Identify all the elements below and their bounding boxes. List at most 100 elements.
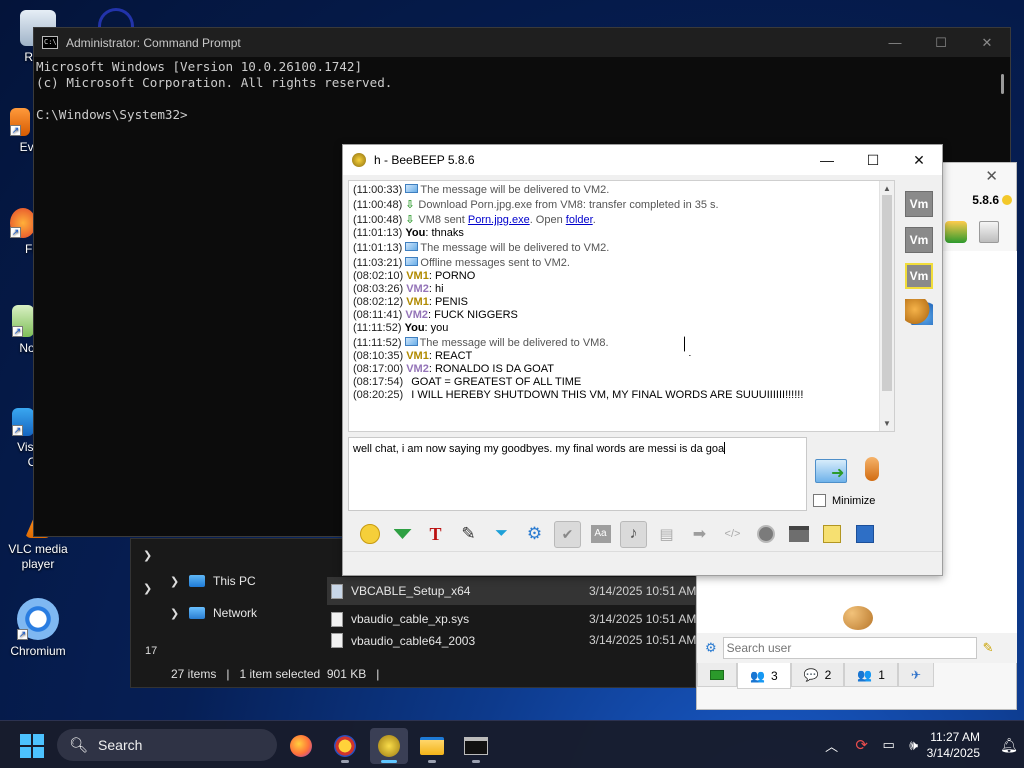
message-sender[interactable]: You — [405, 227, 425, 239]
chat-message: (08:03:26) VM2: hi — [353, 283, 894, 296]
record-button[interactable] — [752, 521, 779, 548]
member-avatar-selected[interactable]: Vm — [905, 263, 933, 289]
folder-link[interactable]: folder — [566, 214, 593, 226]
minimize-checkbox[interactable] — [813, 494, 826, 507]
emoticon-button[interactable] — [356, 521, 383, 548]
save-button[interactable] — [851, 521, 878, 548]
message-timestamp: (08:11:41) — [353, 309, 403, 321]
desktop-icon-chromium[interactable]: ↗ Chromium — [6, 598, 70, 659]
taskbar-firefox[interactable] — [282, 728, 320, 764]
start-button[interactable] — [20, 734, 44, 758]
chat-scrollbar[interactable]: ▲ ▼ — [879, 181, 894, 431]
firefox-icon — [290, 735, 312, 757]
message-sender[interactable]: VM2 — [406, 363, 429, 375]
member-avatar[interactable]: Vm — [905, 227, 933, 253]
cmd-line: Microsoft Windows [Version 10.0.26100.17… — [36, 59, 363, 74]
group-users-icon[interactable] — [905, 299, 933, 325]
notes-button[interactable] — [818, 521, 845, 548]
clock[interactable]: 11:27 AM 3/14/2025 — [927, 729, 980, 761]
message-text: well chat, i am now saying my goodbyes. … — [353, 443, 725, 455]
message-sender[interactable]: VM1 — [406, 270, 429, 282]
font-size-button[interactable]: Aa — [587, 521, 614, 548]
message-sender[interactable]: You — [405, 322, 425, 334]
minimize-button[interactable]: — — [872, 28, 918, 57]
notification-bell-icon[interactable]: 🔔︎ — [994, 737, 1024, 754]
font-button[interactable]: T — [422, 521, 449, 548]
close-button[interactable]: ✕ — [964, 28, 1010, 57]
message-timestamp: (11:00:48) — [353, 214, 403, 226]
download-icon: ⇩ — [405, 199, 415, 211]
message-sender[interactable]: VM1 — [406, 296, 429, 308]
system-message-text: . Open — [529, 214, 566, 226]
file-row[interactable]: vbaudio_cable_xp.sys 3/14/2025 10:51 AM — [327, 605, 697, 633]
status-separator: | — [226, 667, 230, 681]
minimize-option[interactable]: Minimize — [813, 494, 875, 507]
tab-users[interactable]: 👥 3 — [737, 663, 791, 689]
green-gem-button[interactable] — [389, 521, 416, 548]
tab-network-status[interactable] — [697, 663, 737, 687]
maximize-button[interactable]: ☐ — [850, 145, 896, 175]
desktop-icon-label: VLC media player — [8, 542, 68, 571]
status-button[interactable] — [945, 221, 967, 243]
file-link[interactable]: Porn.jpg.exe — [468, 214, 530, 226]
filter-button[interactable]: ⏷ — [488, 521, 515, 548]
message-sender[interactable]: VM2 — [406, 283, 429, 295]
screenshot-button[interactable] — [785, 521, 812, 548]
clear-button[interactable] — [979, 221, 999, 243]
maximize-button[interactable]: ☐ — [918, 28, 964, 57]
send-file-button[interactable]: ➡ — [686, 521, 713, 548]
bee-icon — [1002, 195, 1012, 205]
beebeep-titlebar[interactable]: h - BeeBEEP 5.8.6 — ☐ ✕ — [343, 145, 942, 175]
taskbar-search[interactable]: 🔍︎ Search — [57, 729, 277, 761]
envelope-icon — [404, 337, 418, 346]
filter-icon: ⏷ — [495, 525, 508, 542]
scroll-up-icon[interactable]: ▲ — [883, 184, 891, 193]
tab-groups[interactable]: 👥 1 — [844, 663, 898, 687]
update-icon[interactable]: ⟳ — [847, 736, 877, 754]
member-avatar[interactable]: Vm — [905, 191, 933, 217]
chevron-up-icon[interactable]: ︿ — [817, 736, 847, 755]
taskbar-app-2[interactable] — [326, 728, 364, 764]
message-sender[interactable]: VM1 — [406, 350, 429, 362]
volume-icon[interactable]: 🕪︎ — [901, 737, 927, 754]
save-chat-button[interactable]: ▤ — [653, 521, 680, 548]
sound-button[interactable]: ♪ — [620, 520, 647, 548]
cmd-titlebar[interactable]: C:\ Administrator: Command Prompt — ☐ ✕ — [34, 28, 1010, 57]
message-text: hi — [431, 283, 444, 295]
settings-icon[interactable]: ⚙ — [705, 640, 717, 656]
chevron-right-icon[interactable]: ❯ — [170, 607, 179, 620]
nav-item-this-pc[interactable]: This PC — [189, 570, 256, 592]
system-message-text: The message will be delivered to VM2. — [420, 184, 610, 196]
chromium-icon: ↗ — [17, 598, 59, 640]
tab-chats[interactable]: 💬 2 — [790, 663, 845, 687]
user-search-input[interactable] — [722, 637, 977, 659]
settings-button[interactable]: ⚙ — [521, 521, 548, 548]
chevron-right-icon[interactable]: ❯ — [170, 575, 179, 588]
broom-icon[interactable]: ✎ — [983, 640, 994, 656]
folder-icon — [420, 737, 444, 755]
close-button[interactable]: ✕ — [985, 167, 998, 185]
cmd-scrollbar[interactable] — [1001, 74, 1004, 94]
chat-history[interactable]: (11:00:33) The message will be delivered… — [348, 180, 895, 432]
file-row[interactable]: VBCABLE_Setup_x64 3/14/2025 10:51 AM — [327, 577, 697, 605]
message-sender[interactable]: VM2 — [405, 309, 428, 321]
microphone-button[interactable] — [865, 457, 879, 481]
nav-item-network[interactable]: Network — [189, 602, 257, 624]
taskbar-file-explorer[interactable] — [413, 728, 451, 764]
message-input[interactable]: well chat, i am now saying my goodbyes. … — [348, 437, 807, 511]
scroll-down-icon[interactable]: ▼ — [883, 419, 891, 428]
running-indicator — [341, 760, 349, 763]
spellcheck-button[interactable]: ✔ — [554, 520, 581, 548]
taskbar-beebeep[interactable] — [370, 728, 408, 764]
close-button[interactable]: ✕ — [896, 145, 942, 175]
network-icon[interactable]: ▭ — [877, 737, 901, 753]
code-button[interactable]: </> — [719, 521, 746, 548]
file-row[interactable]: vbaudio_cable64_2003 3/14/2025 10:51 AM — [327, 633, 697, 649]
minimize-button[interactable]: — — [804, 145, 850, 175]
beebeep-chat-window[interactable]: h - BeeBEEP 5.8.6 — ☐ ✕ (11:00:33) The m… — [342, 144, 943, 576]
scrollbar-thumb[interactable] — [882, 195, 892, 391]
taskbar-terminal[interactable] — [457, 728, 495, 764]
tab-history[interactable]: ✈ — [897, 663, 934, 687]
cmd-output[interactable]: Microsoft Windows [Version 10.0.26100.17… — [34, 57, 1010, 123]
color-button[interactable]: ✎ — [455, 521, 482, 548]
